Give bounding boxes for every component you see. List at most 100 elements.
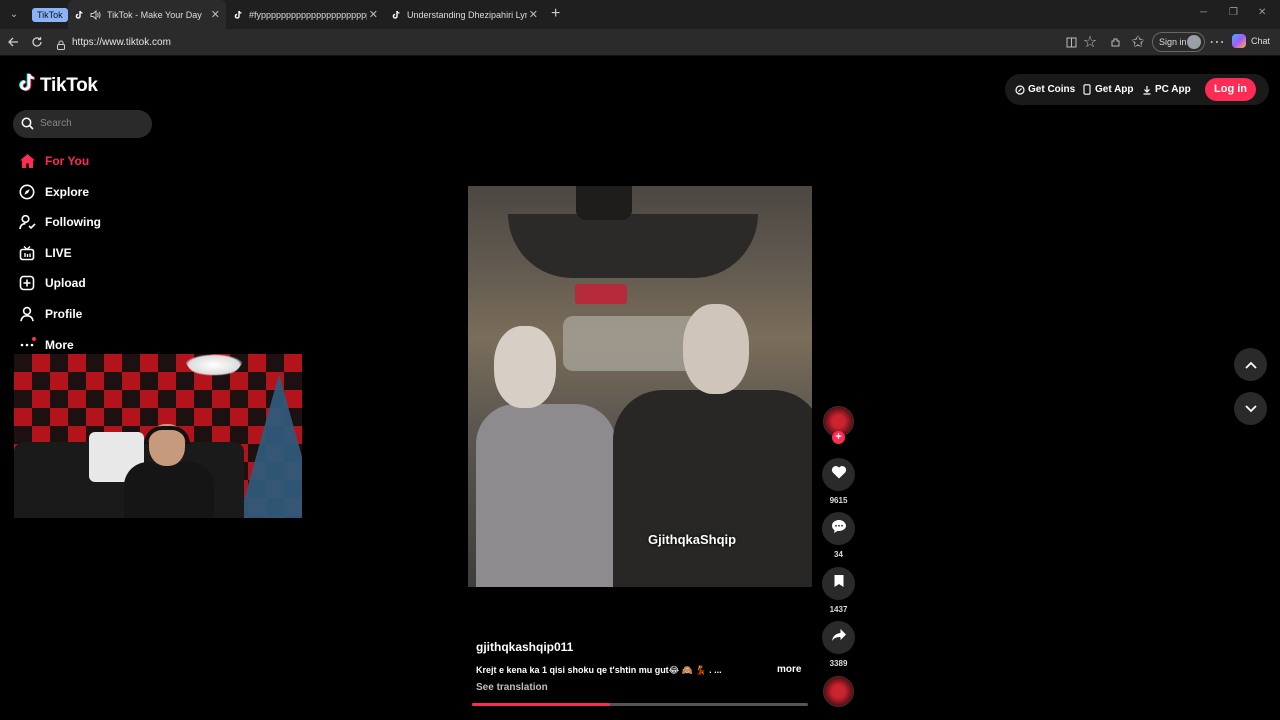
search-placeholder: Search [40, 118, 72, 129]
nav-item-following[interactable]: Following [18, 212, 101, 232]
sign-in-label: Sign in [1159, 37, 1187, 47]
see-translation-link[interactable]: See translation [476, 682, 548, 693]
nav-label: For You [45, 154, 90, 168]
follow-plus-icon[interactable]: + [832, 431, 845, 444]
like-button[interactable] [822, 458, 855, 491]
save-count: 1437 [829, 605, 848, 614]
video-player[interactable]: GjithqkaShqip [468, 186, 812, 587]
share-count: 3389 [829, 659, 848, 668]
get-app-label: Get App [1095, 84, 1134, 95]
coin-icon [1015, 84, 1025, 95]
back-icon[interactable] [5, 34, 21, 50]
tiktok-logo[interactable]: TikTok [18, 73, 98, 98]
speaker-icon[interactable] [90, 9, 101, 20]
tab-actions-menu-icon[interactable]: ⌄ [6, 7, 22, 23]
favorite-star-icon[interactable]: ☆ [1083, 34, 1097, 51]
person-icon [18, 305, 36, 323]
split-screen-icon[interactable] [1064, 35, 1078, 49]
nav-label: Upload [45, 276, 86, 290]
video-person-right-body [613, 390, 812, 587]
video-watermark: GjithqkaShqip [648, 532, 737, 547]
copilot-chat-button[interactable]: Chat [1232, 34, 1270, 48]
compass-icon [18, 183, 36, 201]
video-person-right-head [683, 304, 749, 394]
sign-in-button[interactable]: Sign in [1152, 32, 1205, 52]
address-bar-row: https://www.tiktok.com ☆ ✩ Sign in ⋯ Cha… [0, 29, 1280, 56]
streamer-figure [114, 424, 224, 518]
chevron-up-icon [1244, 356, 1257, 374]
close-tab-icon[interactable]: ✕ [211, 8, 220, 21]
pc-app-label: PC App [1155, 84, 1191, 95]
nav-label: Profile [45, 307, 83, 321]
tab-hashtag[interactable]: #fypppppppppppppppppppppppp ✕ [226, 0, 384, 29]
collections-icon[interactable]: ✩ [1131, 34, 1145, 51]
nav-item-profile[interactable]: Profile [18, 304, 82, 324]
url-field[interactable]: https://www.tiktok.com [50, 32, 1150, 53]
video-username[interactable]: gjithqkashqip011 [476, 640, 573, 654]
tiktok-note-icon [18, 73, 36, 98]
search-input[interactable]: Search [13, 110, 152, 138]
settings-more-icon[interactable]: ⋯ [1209, 34, 1225, 51]
video-person-left-head [494, 326, 556, 408]
comment-button[interactable] [822, 512, 855, 545]
notification-dot [32, 337, 36, 341]
video-progress-fill [472, 703, 610, 706]
bookmark-icon [833, 574, 845, 593]
logo-text: TikTok [40, 74, 98, 96]
video-mirror [576, 186, 632, 220]
get-coins-label: Get Coins [1028, 84, 1076, 95]
close-tab-icon[interactable]: ✕ [529, 8, 538, 21]
tiktok-favicon-icon [73, 9, 84, 20]
previous-video-button[interactable] [1234, 348, 1267, 381]
next-video-button[interactable] [1234, 392, 1267, 425]
chevron-down-icon [1244, 400, 1257, 418]
tab-title: TikTok - Make Your Day [107, 9, 202, 20]
share-button[interactable] [822, 621, 855, 654]
minimize-icon[interactable]: ─ [1200, 7, 1207, 18]
site-info-icon[interactable] [56, 37, 66, 55]
video-description: Krejt e kena ka 1 qisi shoku qe t'shtin … [476, 665, 722, 675]
sound-disc-avatar[interactable] [823, 676, 854, 707]
nav-item-more[interactable]: More [18, 335, 74, 355]
video-progress-bar[interactable] [472, 703, 808, 706]
webcam-overlay [14, 354, 302, 518]
nav-item-explore[interactable]: Explore [18, 182, 89, 202]
plus-square-icon [18, 274, 36, 292]
like-count: 9615 [829, 496, 848, 505]
save-button[interactable] [822, 567, 855, 600]
live-tv-icon [18, 244, 36, 262]
tab-group-label[interactable]: TikTok [32, 8, 68, 22]
download-icon [1142, 85, 1152, 95]
user-follow-icon [18, 213, 36, 231]
nav-item-live[interactable]: LIVE [18, 243, 72, 263]
more-dots-icon [18, 336, 36, 354]
tab-tiktok-home[interactable]: TikTok - Make Your Day ✕ [68, 0, 226, 29]
profile-avatar-icon [1187, 35, 1201, 49]
ceiling-light [184, 354, 244, 376]
nav-item-for-you[interactable]: For You [18, 151, 89, 171]
tab-lyrics[interactable]: Understanding Dhezipahiri Lyrics: ✕ [384, 0, 544, 29]
nav-item-upload[interactable]: Upload [18, 273, 86, 293]
window-close-icon[interactable]: ✕ [1258, 7, 1266, 18]
tab-title: Understanding Dhezipahiri Lyrics: [407, 9, 527, 20]
get-app-button[interactable]: Get App [1082, 84, 1134, 95]
comment-count: 34 [834, 550, 843, 559]
new-tab-icon[interactable]: + [551, 5, 560, 23]
more-link[interactable]: more [777, 664, 801, 675]
share-icon [831, 628, 847, 647]
video-car-ceiling [508, 214, 758, 278]
log-in-button[interactable]: Log in [1205, 78, 1256, 101]
nav-label: LIVE [45, 246, 72, 260]
nav-label: Explore [45, 185, 90, 199]
close-tab-icon[interactable]: ✕ [369, 8, 378, 21]
get-coins-button[interactable]: Get Coins [1015, 84, 1075, 95]
comment-icon [831, 519, 847, 539]
refresh-icon[interactable] [29, 34, 45, 50]
home-icon [18, 152, 36, 170]
search-icon [21, 117, 34, 135]
chat-label: Chat [1251, 36, 1271, 46]
pc-app-button[interactable]: PC App [1142, 84, 1191, 95]
copilot-icon [1232, 34, 1246, 48]
extensions-icon[interactable] [1108, 35, 1122, 49]
restore-icon[interactable]: ❐ [1229, 7, 1238, 18]
